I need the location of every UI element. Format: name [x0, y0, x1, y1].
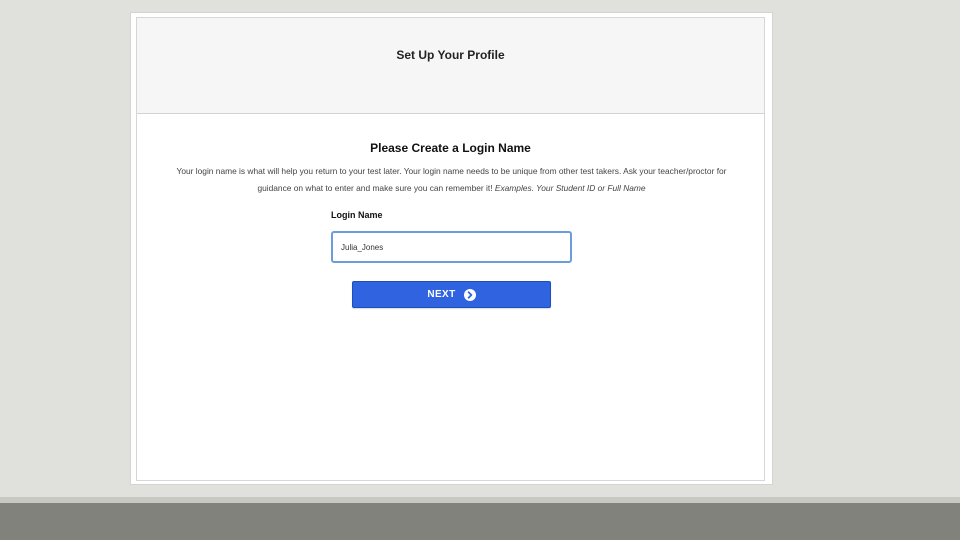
login-form: Please Create a Login Name Your login na… — [137, 114, 764, 480]
bottom-band-divider — [0, 497, 960, 503]
login-name-label: Login Name — [331, 210, 383, 220]
next-button[interactable]: NEXT — [352, 281, 551, 308]
slide-stage: Set Up Your Profile Please Create a Logi… — [0, 0, 960, 540]
page-title: Set Up Your Profile — [396, 48, 505, 62]
profile-setup-page: Set Up Your Profile Please Create a Logi… — [136, 17, 765, 481]
instructions-examples: Examples. Your Student ID or Full Name — [494, 183, 646, 193]
section-heading: Please Create a Login Name — [370, 141, 531, 155]
arrow-right-circle-icon — [463, 288, 476, 301]
bottom-band — [0, 497, 960, 540]
login-name-input[interactable] — [331, 231, 572, 263]
next-button-label: NEXT — [427, 289, 456, 300]
instructions-text: Your login name is what will help you re… — [167, 163, 736, 197]
page-header: Set Up Your Profile — [137, 18, 764, 114]
screenshot-frame: Set Up Your Profile Please Create a Logi… — [130, 12, 773, 485]
